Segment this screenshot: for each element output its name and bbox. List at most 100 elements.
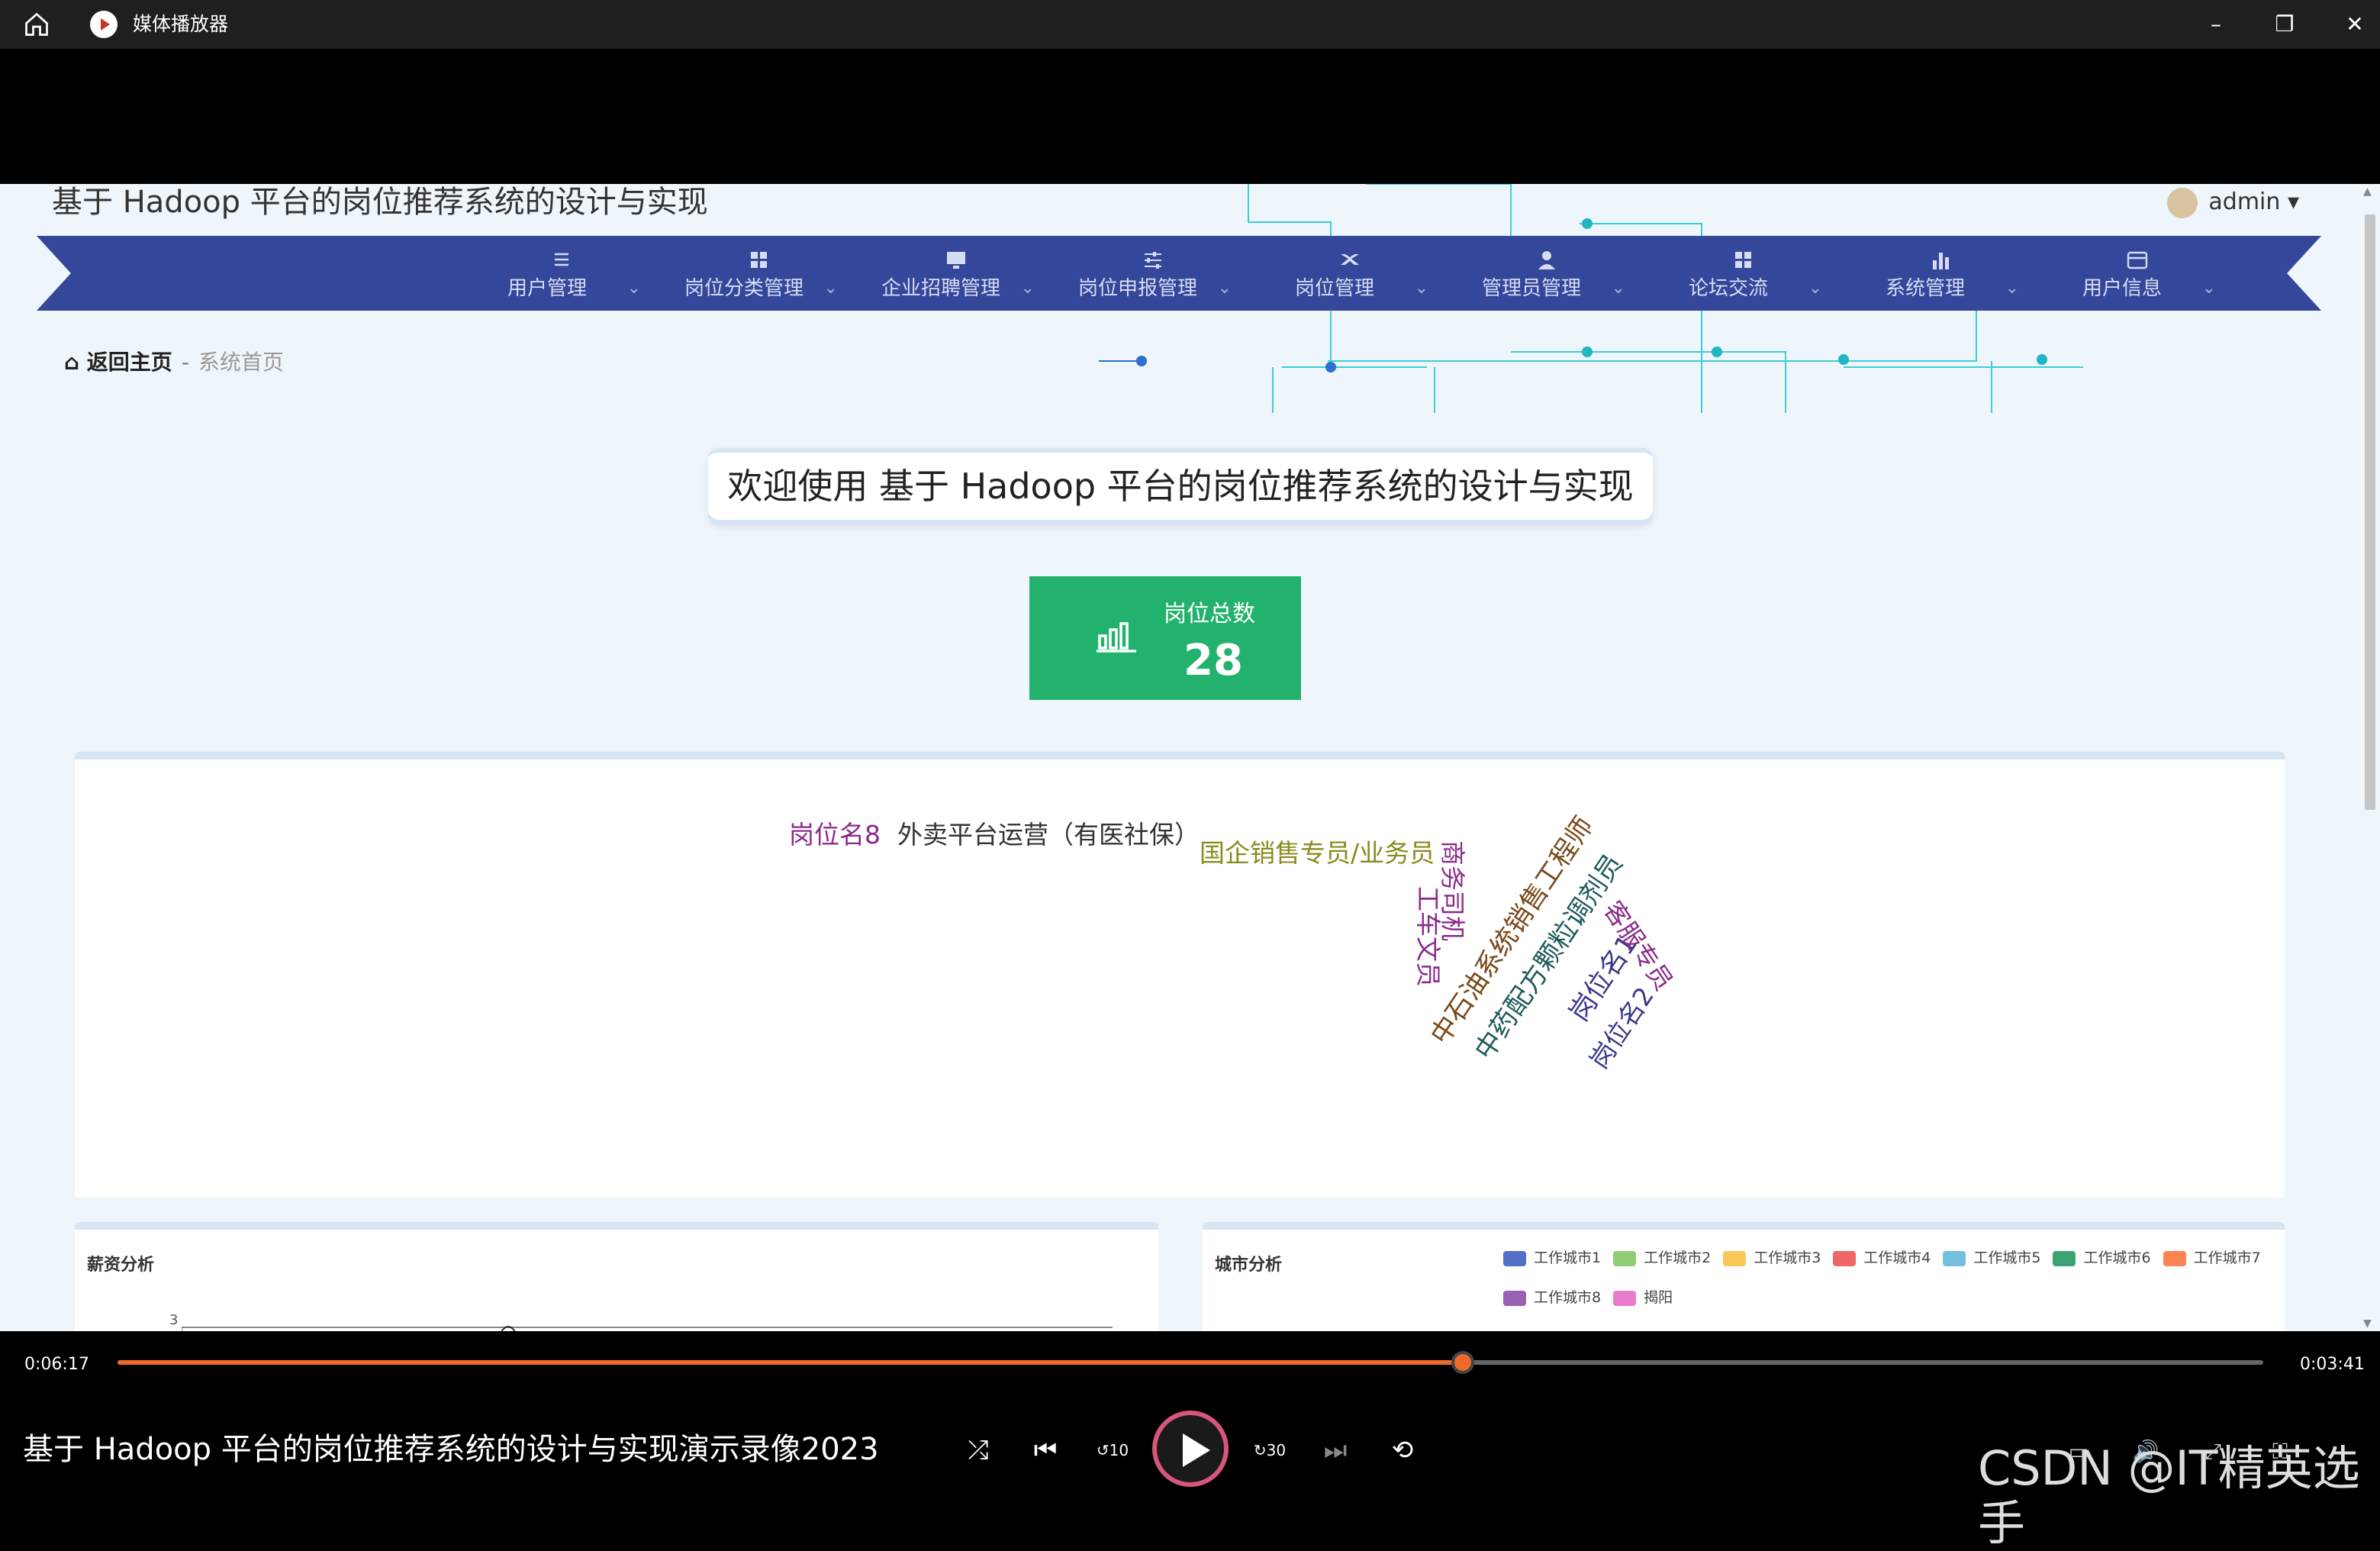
legend-label: 工作城市1 [1534,1250,1602,1266]
media-player-logo-icon [90,11,118,38]
nav-item-9[interactable]: 用户信息 ⌄ [2039,236,2236,311]
avatar [2167,187,2198,218]
bar-chart-icon [1933,253,1949,269]
grid-icon [751,252,767,268]
legend-item[interactable]: 工作城市8 [1503,1286,1601,1309]
legend-item[interactable]: 工作城市6 [2053,1246,2151,1269]
monitor-icon [947,252,965,269]
scroll-down-icon[interactable]: ▼ [2363,1317,2372,1330]
elapsed-time: 0:06:17 [24,1355,89,1374]
legend-swatch [1613,1250,1637,1266]
legend-label: 工作城市5 [1973,1250,2041,1266]
scroll-up-icon[interactable]: ▲ [2363,185,2372,198]
home-icon[interactable] [23,11,50,38]
salary-chart [182,1326,1113,1331]
forward-30-icon[interactable]: ↻30 [1248,1429,1291,1472]
nav-item-label: 用户信息 [2082,277,2162,300]
nav-item-1[interactable]: 用户管理 ⌄ [464,236,661,311]
nav-item-6[interactable]: 管理员管理 ⌄ [1448,236,1645,311]
next-icon[interactable]: ⏭ [1314,1429,1357,1472]
window-titlebar: 媒体播放器 – ❐ ✕ [0,0,2380,49]
grid-icon [1735,252,1751,268]
remaining-time: 0:03:41 [2300,1355,2365,1374]
nav-item-4[interactable]: 岗位申报管理 ⌄ [1055,236,1251,311]
legend-swatch [2163,1250,2186,1266]
nav-item-8[interactable]: 系统管理 ⌄ [1842,236,2039,311]
legend-swatch [1503,1290,1526,1306]
salary-panel: 薪资分析 3 [75,1222,1158,1331]
repeat-icon[interactable]: ⟲ [1381,1429,1424,1472]
chevron-down-icon: ⌄ [2201,279,2216,298]
legend-swatch [2053,1250,2076,1266]
sliders-icon [1145,252,1161,269]
nav-item-label: 岗位申报管理 [1077,277,1197,300]
stat-value: 28 [1184,636,1243,685]
chevron-down-icon: ⌄ [626,279,641,298]
chevron-down-icon: ⌄ [2005,279,2019,298]
nav-item-label: 岗位管理 [1294,277,1374,300]
job-total-card[interactable]: 岗位总数 28 [1029,576,1301,700]
salary-panel-title: 薪资分析 [87,1256,155,1275]
chevron-down-icon: ⌄ [1414,279,1428,298]
nav-item-label: 管理员管理 [1481,277,1581,300]
legend-item[interactable]: 工作城市5 [1943,1246,2040,1269]
legend-item[interactable]: 工作城市4 [1833,1246,1931,1269]
legend-label: 揭阳 [1644,1289,1673,1306]
shuffle-icon[interactable]: ⤮ [957,1429,1000,1472]
video-letterbox [0,49,2380,184]
restore-button[interactable]: ❐ [2269,9,2300,40]
nav-item-label: 用户管理 [507,277,587,300]
card-icon [2127,251,2148,269]
window-title: 媒体播放器 [133,13,229,35]
legend-label: 工作城市3 [1754,1250,1821,1266]
nav-item-3[interactable]: 企业招聘管理 ⌄ [858,236,1055,311]
user-menu[interactable]: admin ▾ [2167,184,2299,221]
video-title: 基于 Hadoop 平台的岗位推荐系统的设计与实现演示录像2023 [23,1432,879,1467]
nav-item-2[interactable]: 岗位分类管理 ⌄ [661,236,858,311]
seek-progress [118,1360,1464,1365]
stat-label: 岗位总数 [1164,601,1255,627]
nav-item-5[interactable]: 岗位管理 ⌄ [1251,236,1448,311]
legend-swatch [1943,1250,1966,1266]
page-scrollbar[interactable]: ▲ ▼ [2359,184,2380,1331]
legend-swatch [1503,1250,1526,1266]
user-icon [1538,251,1555,269]
video-frame-webpage: 基于 Hadoop 平台的岗位推荐系统的设计与实现 admin ▾ 用户管理 ⌄ 岗… [0,184,2359,1331]
site-title: 基于 Hadoop 平台的岗位推荐系统的设计与实现 [52,185,708,220]
breadcrumb-home-link[interactable]: ⌂ 返回主页 [64,350,172,375]
wordcloud-word: 商务司机 [1438,840,1467,941]
legend-item[interactable]: 揭阳 [1613,1286,1673,1309]
legend-swatch [1613,1290,1637,1306]
close-button[interactable]: ✕ [2340,9,2370,40]
breadcrumb-current: 系统首页 [198,350,284,375]
legend-item[interactable]: 工作城市3 [1723,1246,1821,1269]
nav-item-7[interactable]: 论坛交流 ⌄ [1645,236,1842,311]
chevron-down-icon: ⌄ [823,279,838,298]
play-button[interactable] [1152,1411,1229,1487]
breadcrumb-home-label: 返回主页 [86,350,172,375]
legend-label: 工作城市6 [2083,1250,2151,1266]
wordcloud-word: 工车文员 [1413,886,1443,987]
seek-handle[interactable] [1451,1351,1475,1374]
wordcloud-word: 国企销售专员/业务员 [1200,838,1435,868]
salary-axis-tick: 3 [169,1312,179,1328]
forward-label: 30 [1266,1441,1287,1459]
legend-swatch [1833,1250,1857,1266]
rewind-10-icon[interactable]: ↺10 [1091,1429,1134,1472]
seek-bar[interactable] [118,1351,2263,1374]
nav-item-label: 企业招聘管理 [881,277,1000,300]
city-legend: 工作城市1 工作城市2 工作城市3 工作城市4 工作城市5 工作城市6 工作城市7 工作城市8… [1503,1246,2289,1326]
legend-label: 工作城市7 [2193,1250,2261,1266]
nav-item-label: 系统管理 [1885,277,1965,300]
scrollbar-thumb[interactable] [2365,214,2375,810]
legend-item[interactable]: 工作城市7 [2163,1246,2261,1269]
previous-icon[interactable]: ⏮ [1024,1429,1067,1472]
legend-swatch [1723,1250,1747,1266]
wordcloud-word: 岗位名8 [789,820,881,850]
main-nav: 用户管理 ⌄ 岗位分类管理 ⌄ 企业招聘管理 ⌄ 岗位申报管理 ⌄ 岗位管理 ⌄ 管理员管理 ⌄ 论坛交… [37,236,2321,311]
player-controls: 0:06:17 0:03:41 基于 Hadoop 平台的岗位推荐系统的设计与实… [0,1331,2380,1551]
watermark: CSDN @IT精英选手 [1978,1440,2360,1551]
legend-item[interactable]: 工作城市1 [1503,1246,1601,1269]
legend-item[interactable]: 工作城市2 [1613,1246,1711,1269]
minimize-button[interactable]: – [2201,9,2231,40]
